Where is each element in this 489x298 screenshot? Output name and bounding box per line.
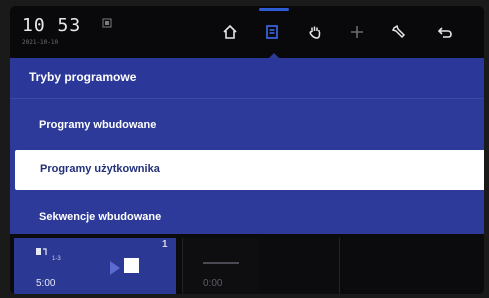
- stop-icon[interactable]: [124, 258, 139, 273]
- plus-icon: [351, 26, 363, 38]
- home-icon: [223, 24, 237, 39]
- nav-back[interactable]: [420, 6, 470, 58]
- device-screen: 10 53 2021-10-10 Tryby programowe Progra…: [10, 6, 484, 294]
- slot-2[interactable]: 0:00: [182, 238, 260, 294]
- back-icon: [437, 27, 452, 38]
- slot-3[interactable]: [259, 238, 340, 294]
- slot-1[interactable]: 1 1-3 5:00: [14, 238, 176, 294]
- slot-number: 1: [162, 239, 168, 250]
- slot-time: 0:00: [203, 278, 223, 289]
- top-bar: 10 53 2021-10-10: [10, 6, 484, 58]
- menu-title: Tryby programowe: [10, 58, 484, 99]
- program-slots: 1 1-3 5:00 0:00 2: [10, 234, 484, 294]
- date: 2021-10-10: [22, 39, 59, 46]
- program-modes-menu: Tryby programowe Programy wbudowane Prog…: [10, 58, 484, 234]
- wrench-icon: [391, 24, 406, 39]
- program-icon-label: 1-3: [52, 256, 61, 262]
- menu-item-user-programs[interactable]: Programy użytkownika: [15, 150, 484, 190]
- empty-indicator: [203, 262, 239, 264]
- status-icon: [102, 18, 112, 31]
- nav-settings[interactable]: [374, 6, 424, 58]
- document-icon: [266, 25, 278, 39]
- hand-icon: [309, 26, 321, 39]
- slot-time: 5:00: [36, 278, 56, 289]
- play-icon[interactable]: [110, 261, 120, 275]
- clock: 10 53: [22, 15, 82, 36]
- menu-item-built-in-programs[interactable]: Programy wbudowane: [10, 106, 484, 146]
- menu-item-built-in-sequences[interactable]: Sekwencje wbudowane: [10, 198, 484, 238]
